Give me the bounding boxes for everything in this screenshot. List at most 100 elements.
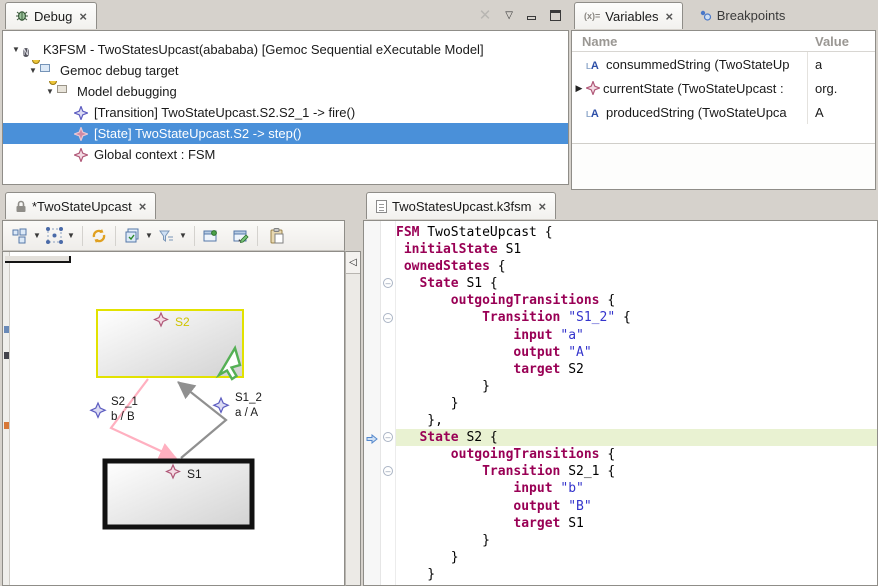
filter-dropdown-icon[interactable]: ▼ (177, 231, 189, 240)
selection-mode-icon[interactable] (43, 225, 65, 247)
expander-icon[interactable]: ▶ (572, 83, 586, 94)
tab-close-icon[interactable]: × (139, 199, 147, 214)
tab-close-icon[interactable]: × (79, 9, 87, 24)
tab-diagram[interactable]: *TwoStateUpcast × (5, 192, 156, 219)
code-line[interactable]: output "A" (396, 344, 877, 361)
code-line[interactable]: target S1 (396, 515, 877, 532)
breakpoints-icon (699, 9, 712, 22)
view-menu-icon[interactable]: ▽ (505, 10, 513, 21)
state-label-S2: S2 (175, 315, 190, 329)
diagram-tabbar: *TwoStateUpcast × (2, 192, 361, 220)
fold-collapse-icon[interactable]: – (383, 278, 393, 288)
code-line[interactable]: ownedStates { (396, 258, 877, 275)
remove-terminated-icon[interactable]: ✕ (479, 6, 492, 24)
fold-collapse-icon[interactable]: – (383, 313, 393, 323)
variable-name: producedString (TwoStateUpca (606, 105, 787, 120)
code-line[interactable]: Transition S2_1 { (396, 463, 877, 480)
code-line[interactable]: input "a" (396, 327, 877, 344)
column-name[interactable]: Name (572, 34, 808, 49)
debug-tree-row[interactable]: [State] TwoStateUpcast.S2 -> step() (3, 123, 568, 144)
debug-tree-label: Global context : FSM (94, 147, 215, 162)
clipboard-icon[interactable] (265, 225, 287, 247)
tab-close-icon[interactable]: × (538, 199, 546, 214)
debug-tree-label: Gemoc debug target (60, 63, 179, 78)
layers-dropdown-icon[interactable]: ▼ (143, 231, 155, 240)
layout-mode-dropdown-icon[interactable]: ▼ (31, 231, 43, 240)
export-diagram-icon[interactable] (200, 225, 222, 247)
code-line[interactable]: State S1 { (396, 275, 877, 292)
debug-tree-row[interactable]: [Transition] TwoStateUpcast.S2.S2_1 -> f… (3, 102, 568, 123)
expander-icon[interactable]: ▼ (43, 87, 57, 96)
fold-collapse-icon[interactable]: – (383, 466, 393, 476)
tab-debug[interactable]: Debug × (5, 2, 97, 29)
debug-tree-row[interactable]: Global context : FSM (3, 144, 568, 165)
tab-variables-label: Variables (605, 9, 658, 24)
variable-row[interactable]: ▶currentState (TwoStateUpcast :org. (572, 76, 875, 100)
layers-icon[interactable] (121, 225, 143, 247)
model-debugging-icon (57, 85, 72, 99)
code-line[interactable]: } (396, 566, 877, 583)
svg-text:a / A: a / A (235, 407, 258, 419)
edit-mode-icon[interactable] (230, 225, 252, 247)
filter-icon[interactable] (155, 225, 177, 247)
tab-k3fsm-label: TwoStatesUpcast.k3fsm (392, 199, 531, 214)
expander-icon[interactable]: ▼ (9, 45, 23, 54)
tab-debug-label: Debug (34, 9, 72, 24)
edge-S1-to-S2[interactable] (178, 382, 226, 458)
debug-tree-row[interactable]: ▼NK3FSM - TwoStatesUpcast(abababa) [Gemo… (3, 39, 568, 60)
editor-view: TwoStatesUpcast.k3fsm × – – – – FSM TwoStat… (363, 192, 878, 586)
debug-tree-label: [Transition] TwoStateUpcast.S2.S2_1 -> f… (94, 105, 355, 120)
maximize-icon[interactable] (550, 10, 561, 21)
debug-tree: ▼NK3FSM - TwoStatesUpcast(abababa) [Gemo… (2, 30, 569, 185)
fold-collapse-icon[interactable]: – (383, 432, 393, 442)
tab-close-icon[interactable]: × (666, 9, 674, 24)
refresh-icon[interactable] (88, 225, 110, 247)
editor-tabbar: TwoStatesUpcast.k3fsm × (363, 192, 878, 220)
variable-row[interactable]: LAproducedString (TwoStateUpcaA (572, 100, 875, 124)
tab-variables[interactable]: (x)= Variables × (574, 2, 683, 29)
state-node-S1[interactable]: S1 (105, 461, 252, 527)
layout-mode-icon[interactable] (9, 225, 31, 247)
variable-name: consummedString (TwoStateUp (606, 57, 790, 72)
svg-text:S1_2: S1_2 (235, 392, 262, 404)
code-line[interactable]: outgoingTransitions { (396, 446, 877, 463)
tab-breakpoints-label: Breakpoints (717, 8, 786, 23)
code-line[interactable]: } (396, 395, 877, 412)
code-line[interactable]: output "B" (396, 498, 877, 515)
diagram-canvas[interactable]: S2 S1 S2_1 b / B S1_2 a / A (2, 251, 345, 586)
annotation-ruler[interactable] (364, 221, 381, 585)
variables-icon: (x)= (584, 11, 600, 21)
code-area[interactable]: FSM TwoStateUpcast { initialState S1 own… (396, 221, 877, 585)
state-node-S2[interactable]: S2 (97, 310, 243, 379)
code-line[interactable]: outgoingTransitions { (396, 292, 877, 309)
diagram-view: *TwoStateUpcast × ▼ ▼ ▼ ▼ (2, 192, 361, 586)
transition-label-S2_1[interactable]: S2_1 b / B (91, 396, 138, 423)
minimize-icon[interactable] (527, 16, 536, 20)
code-line[interactable]: input "b" (396, 480, 877, 497)
code-line-current[interactable]: State S2 { (396, 429, 877, 446)
column-value[interactable]: Value (808, 34, 849, 49)
code-line[interactable]: FSM TwoStateUpcast { (396, 224, 877, 241)
debug-view: Debug × ✕ ▽ ▼NK3FSM - TwoStatesUpcast(ab… (2, 2, 569, 185)
code-line[interactable]: target S2 (396, 361, 877, 378)
svg-text:S2_1: S2_1 (111, 396, 138, 408)
code-line[interactable]: } (396, 549, 877, 566)
folding-ruler[interactable]: – – – – (381, 221, 396, 585)
selection-mode-dropdown-icon[interactable]: ▼ (65, 231, 77, 240)
palette-strip: ◁ (345, 251, 361, 586)
code-line[interactable]: } (396, 532, 877, 549)
debug-tree-row[interactable]: ▼Model debugging (3, 81, 568, 102)
code-line[interactable]: } (396, 378, 877, 395)
variable-row[interactable]: LAconsummedString (TwoStateUpa (572, 52, 875, 76)
debug-tree-row[interactable]: ▼ Gemoc debug target (3, 60, 568, 81)
tab-k3fsm-editor[interactable]: TwoStatesUpcast.k3fsm × (366, 192, 556, 219)
code-line[interactable]: }, (396, 412, 877, 429)
code-line[interactable]: Transition "S1_2" { (396, 309, 877, 326)
variable-name: currentState (TwoStateUpcast : (603, 81, 784, 96)
transition-star-icon (214, 398, 228, 412)
tab-breakpoints[interactable]: Breakpoints (690, 2, 795, 29)
palette-collapse-icon[interactable]: ◁ (346, 252, 360, 274)
variables-detail-pane[interactable] (572, 143, 875, 189)
expander-icon[interactable]: ▼ (26, 66, 40, 75)
code-line[interactable]: initialState S1 (396, 241, 877, 258)
